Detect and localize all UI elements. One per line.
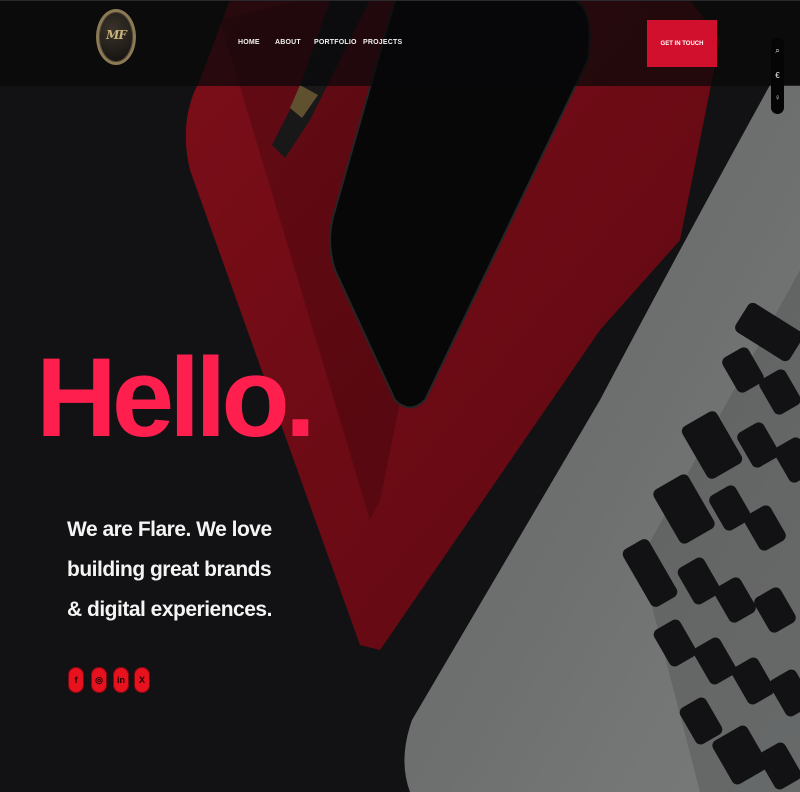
euro-icon[interactable]: €: [771, 72, 784, 80]
nav-about[interactable]: ABOUT: [275, 39, 301, 46]
hero-tagline: We are Flare. We love building great bra…: [67, 518, 272, 621]
linkedin-icon[interactable]: in: [113, 667, 129, 693]
facebook-icon[interactable]: f: [68, 667, 84, 693]
instagram-icon[interactable]: ◎: [91, 667, 107, 693]
x-icon[interactable]: X: [134, 667, 150, 693]
brand-logo[interactable]: MF: [96, 9, 136, 65]
site-header: MF HOME ABOUT PORTFOLIO PROJECTS GET IN …: [0, 0, 800, 86]
search-icon[interactable]: ⌕: [771, 47, 784, 55]
get-in-touch-button[interactable]: GET IN TOUCH: [647, 20, 717, 67]
logo-monogram: MF: [106, 28, 127, 42]
hero-headline: Hello.: [36, 335, 316, 460]
side-toolbar: ⌕ € ♀: [771, 38, 784, 114]
bulb-icon[interactable]: ♀: [771, 94, 784, 102]
nav-portfolio[interactable]: PORTFOLIO: [314, 39, 357, 46]
nav-home[interactable]: HOME: [238, 39, 260, 46]
nav-projects[interactable]: PROJECTS: [363, 39, 402, 46]
